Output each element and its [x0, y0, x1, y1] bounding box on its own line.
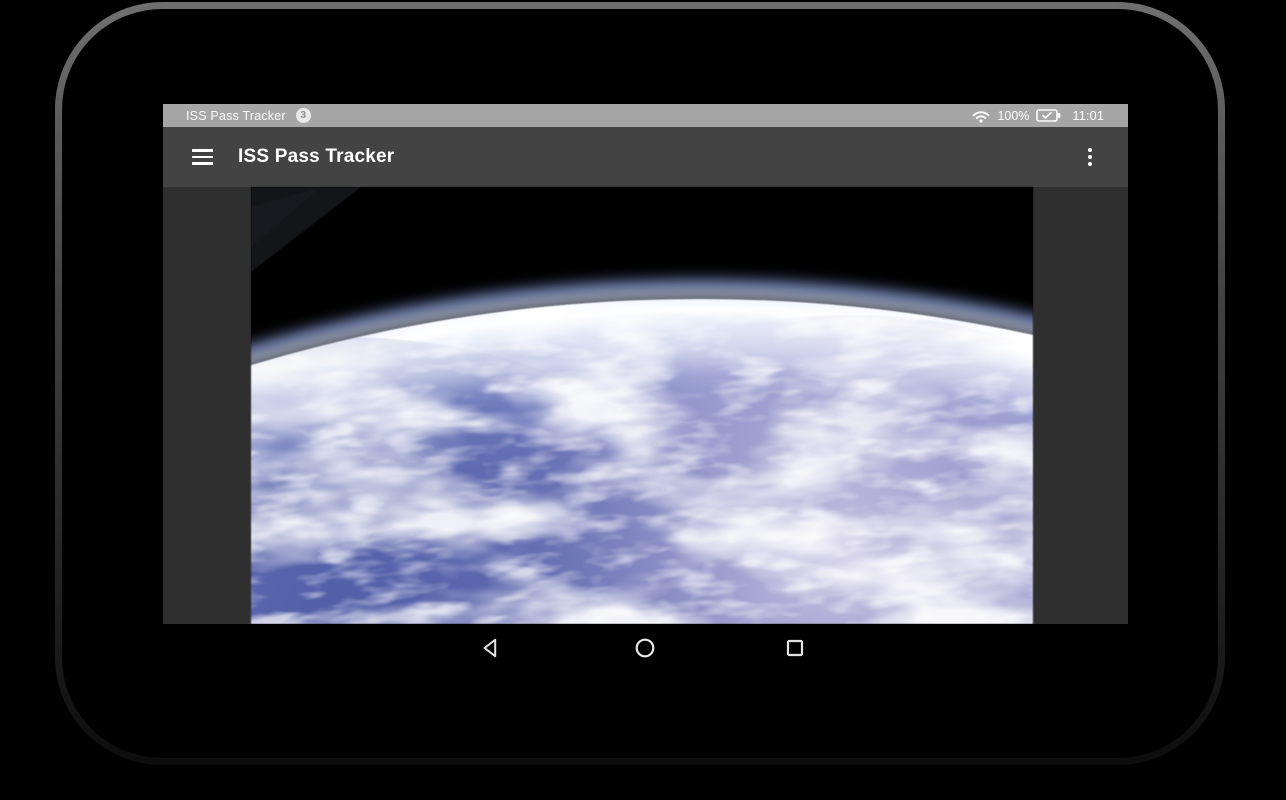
- battery-charged-icon: [1036, 109, 1061, 122]
- home-button[interactable]: [633, 636, 657, 660]
- clock: 11:01: [1072, 108, 1104, 123]
- recents-square-icon: [784, 637, 806, 659]
- iss-earth-live-view[interactable]: [251, 187, 1033, 624]
- overflow-menu-icon[interactable]: [1082, 143, 1098, 171]
- status-app-label: ISS Pass Tracker: [186, 109, 286, 123]
- status-bar: ISS Pass Tracker 3 100% 11:01: [163, 104, 1128, 127]
- device-screen: ISS Pass Tracker 3 100% 11:01: [163, 104, 1128, 672]
- wifi-icon: [972, 109, 990, 123]
- home-circle-icon: [634, 637, 656, 659]
- hamburger-menu-icon[interactable]: [192, 149, 213, 165]
- android-nav-bar: [163, 624, 1128, 672]
- back-triangle-icon: [480, 637, 502, 659]
- battery-percent: 100%: [997, 109, 1029, 123]
- app-bar: ISS Pass Tracker: [163, 127, 1128, 187]
- back-button[interactable]: [479, 636, 503, 660]
- tablet-mockup: ISS Pass Tracker 3 100% 11:01: [0, 0, 1286, 800]
- recents-button[interactable]: [783, 636, 807, 660]
- app-content: [163, 187, 1128, 624]
- earth-from-space-image: [251, 187, 1033, 624]
- notification-count-badge: 3: [296, 108, 311, 123]
- app-title: ISS Pass Tracker: [238, 127, 394, 187]
